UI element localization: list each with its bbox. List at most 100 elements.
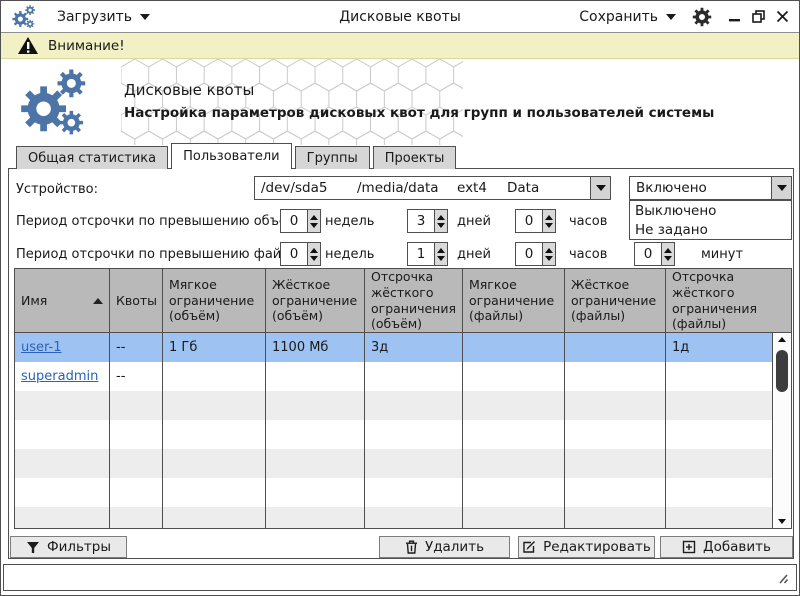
tab-projects[interactable]: Проекты xyxy=(372,146,457,169)
vertical-scrollbar[interactable] xyxy=(772,333,791,528)
spin-down-icon xyxy=(664,255,672,261)
device-label: Устройство: xyxy=(16,182,99,197)
user-link[interactable]: user-1 xyxy=(21,340,62,355)
arrow-down-icon xyxy=(778,519,786,524)
chevron-down-icon xyxy=(140,13,151,20)
close-button[interactable] xyxy=(776,10,789,23)
device-name: Data xyxy=(507,180,540,196)
grace-files-minutes-spinner[interactable]: 0 xyxy=(634,242,675,266)
quota-status-combobox[interactable]: Включено xyxy=(629,176,792,200)
days-unit-label: дней xyxy=(457,247,491,262)
spinner-value: 0 xyxy=(524,213,534,229)
grace-files-weeks-spinner[interactable]: 0 xyxy=(280,242,321,266)
spinner-buttons[interactable] xyxy=(661,243,674,265)
add-button[interactable]: Добавить xyxy=(660,536,793,558)
empty-row xyxy=(15,391,791,420)
spinner-value: 0 xyxy=(289,213,299,229)
table-row-user-1[interactable]: user-1 -- 1 Гб 1100 Мб 3д 1д xyxy=(15,333,791,362)
grace-files-hours-spinner[interactable]: 0 xyxy=(515,242,556,266)
spinner-buttons[interactable] xyxy=(434,243,447,265)
filter-funnel-icon xyxy=(26,541,39,553)
save-menu-button[interactable]: Сохранить xyxy=(579,9,676,25)
spinner-buttons[interactable] xyxy=(307,243,320,265)
cell-soft-volume: 1 Гб xyxy=(163,333,266,362)
cell-soft-files xyxy=(463,333,565,362)
tab-bar: Общая статистика Пользователи Группы Про… xyxy=(16,143,459,169)
grace-volume-hours-spinner[interactable]: 0 xyxy=(515,209,556,233)
spin-up-icon xyxy=(310,247,318,253)
grace-volume-label: Период отсрочки по превышению объёма: xyxy=(16,214,310,229)
column-header-grace-files[interactable]: Отсрочка жёсткого ограничения (файлы) xyxy=(666,269,791,332)
empty-row xyxy=(15,449,791,478)
tab-users[interactable]: Пользователи xyxy=(171,143,292,169)
load-menu-button[interactable]: Загрузить xyxy=(57,9,151,25)
filters-button[interactable]: Фильтры xyxy=(10,536,127,558)
spinner-buttons[interactable] xyxy=(542,210,555,232)
app-gears-icon xyxy=(11,4,37,30)
tab-general-statistics[interactable]: Общая статистика xyxy=(16,146,169,169)
column-header-soft-volume[interactable]: Мягкое ограничение (объём) xyxy=(163,269,266,332)
hours-unit-label: часов xyxy=(569,214,608,229)
gears-logo-icon xyxy=(17,66,91,140)
resize-grip[interactable] xyxy=(774,572,789,585)
spin-up-icon xyxy=(545,214,553,220)
device-filesystem: ext4 xyxy=(457,180,487,196)
spinner-value: 0 xyxy=(643,246,653,262)
column-header-soft-files[interactable]: Мягкое ограничение (файлы) xyxy=(463,269,565,332)
delete-button[interactable]: Удалить xyxy=(379,536,510,558)
cell-soft-files xyxy=(463,362,565,391)
column-header-quotas[interactable]: Квоты xyxy=(110,269,163,332)
chevron-down-icon xyxy=(666,13,676,20)
cell-quotas: -- xyxy=(110,362,163,391)
chevron-down-icon xyxy=(776,185,787,191)
table-row-superadmin[interactable]: superadmin -- xyxy=(15,362,791,391)
spin-down-icon xyxy=(437,255,445,261)
users-table: Имя Квоты Мягкое ограничение (объём) Жёс… xyxy=(14,268,792,529)
option-not-set[interactable]: Не задано xyxy=(630,220,791,239)
hexagon-pattern xyxy=(121,59,463,145)
titlebar: Загрузить Дисковые квоты Сохранить xyxy=(1,1,799,33)
cell-hard-volume xyxy=(266,362,365,391)
quota-status-value: Включено xyxy=(636,180,707,196)
settings-gear-icon[interactable] xyxy=(692,6,712,27)
spin-down-icon xyxy=(310,222,318,228)
grace-volume-weeks-spinner[interactable]: 0 xyxy=(280,209,321,233)
weeks-unit-label: недель xyxy=(325,214,375,229)
scroll-up-button[interactable] xyxy=(773,337,791,342)
scroll-down-button[interactable] xyxy=(773,519,791,524)
device-mountpoint: /media/data xyxy=(357,180,439,196)
cell-grace-volume: 3д xyxy=(365,333,463,362)
user-link[interactable]: superadmin xyxy=(21,369,98,384)
cell-soft-volume xyxy=(163,362,266,391)
combo-arrow-button[interactable] xyxy=(590,177,610,199)
column-header-hard-files[interactable]: Жёсткое ограничение (файлы) xyxy=(565,269,666,332)
restore-button[interactable] xyxy=(752,10,765,23)
edit-button[interactable]: Редактировать xyxy=(518,536,655,558)
app-window: Загрузить Дисковые квоты Сохранить Внима… xyxy=(0,0,800,596)
spinner-value: 0 xyxy=(524,246,534,262)
spin-down-icon xyxy=(310,255,318,261)
cell-hard-volume: 1100 Мб xyxy=(266,333,365,362)
grace-files-days-spinner[interactable]: 1 xyxy=(407,242,448,266)
column-header-name[interactable]: Имя xyxy=(15,269,110,332)
device-combobox[interactable]: /dev/sda5 /media/data ext4 Data xyxy=(254,176,611,200)
plus-square-icon xyxy=(682,540,696,554)
content-panel: Устройство: /dev/sda5 /media/data ext4 D… xyxy=(8,168,794,559)
days-unit-label: дней xyxy=(457,214,491,229)
minimize-button[interactable] xyxy=(728,10,741,23)
weeks-unit-label: недель xyxy=(325,247,375,262)
grace-volume-days-spinner[interactable]: 3 xyxy=(407,209,448,233)
option-disabled[interactable]: Выключено xyxy=(630,201,791,220)
spinner-buttons[interactable] xyxy=(434,210,447,232)
spinner-buttons[interactable] xyxy=(307,210,320,232)
spinner-value: 0 xyxy=(289,246,299,262)
spinner-value: 3 xyxy=(416,213,426,229)
column-header-hard-volume[interactable]: Жёсткое ограничение (объём) xyxy=(266,269,365,332)
scroll-thumb[interactable] xyxy=(776,350,788,392)
spinner-buttons[interactable] xyxy=(542,243,555,265)
tab-groups[interactable]: Группы xyxy=(294,146,370,169)
hours-unit-label: часов xyxy=(569,247,608,262)
column-header-grace-volume[interactable]: Отсрочка жёсткого ограничения (объём) xyxy=(365,269,463,332)
spin-up-icon xyxy=(545,247,553,253)
combo-arrow-button[interactable] xyxy=(771,177,791,199)
